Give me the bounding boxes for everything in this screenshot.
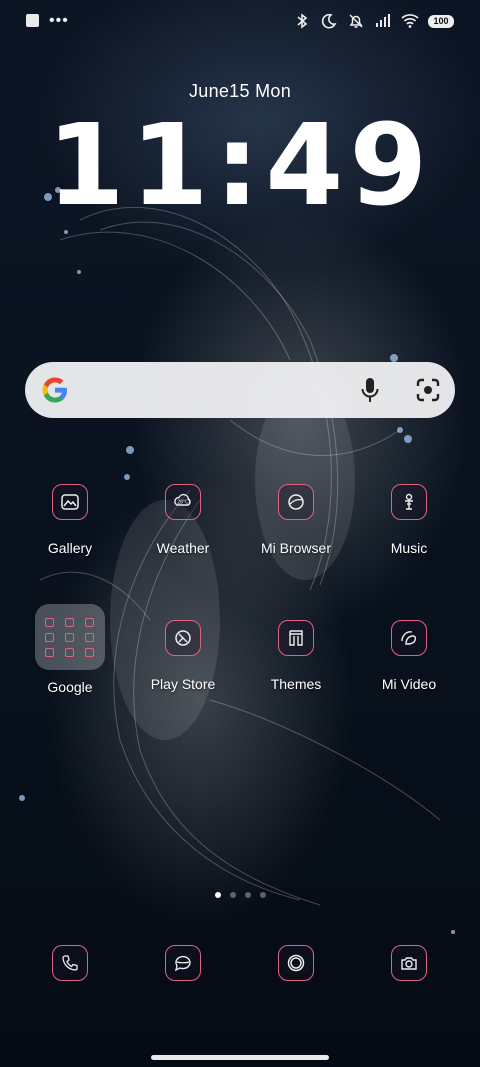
page-dot[interactable]: [214, 892, 221, 898]
weather-icon[interactable]: 28°C: [165, 484, 201, 520]
notification-square-icon: [26, 14, 39, 27]
play-store-icon[interactable]: [165, 620, 201, 656]
home-indicator[interactable]: [151, 1055, 329, 1060]
page-indicator[interactable]: [0, 892, 480, 898]
app-play-store[interactable]: Play Store: [128, 620, 238, 692]
page-dot[interactable]: [259, 892, 266, 898]
status-bar: ••• 100: [0, 0, 480, 44]
more-dots-icon: •••: [49, 11, 69, 29]
music-icon[interactable]: [391, 484, 427, 520]
dock-messages[interactable]: [165, 945, 201, 981]
camera-icon[interactable]: [391, 945, 427, 981]
google-logo-icon[interactable]: [38, 373, 72, 407]
dock-camera[interactable]: [391, 945, 427, 981]
mic-icon[interactable]: [359, 376, 381, 404]
app-themes[interactable]: Themes: [241, 620, 351, 692]
page-dot[interactable]: [229, 892, 236, 898]
gallery-icon[interactable]: [52, 484, 88, 520]
bell-off-icon: [349, 14, 363, 28]
video-icon[interactable]: [391, 620, 427, 656]
battery-indicator: 100: [428, 14, 454, 28]
page-dot[interactable]: [244, 892, 251, 898]
wifi-icon: [401, 14, 419, 28]
signal-icon: [376, 14, 390, 27]
lens-icon[interactable]: [415, 377, 441, 403]
dock-chrome[interactable]: [278, 945, 314, 981]
app-weather[interactable]: 28°C Weather: [128, 484, 238, 556]
app-gallery[interactable]: Gallery: [15, 484, 125, 556]
bluetooth-icon: [297, 13, 308, 29]
app-mi-video[interactable]: Mi Video: [354, 620, 464, 692]
folder-google[interactable]: Google: [15, 604, 125, 695]
app-mi-browser[interactable]: Mi Browser: [241, 484, 351, 556]
clock[interactable]: 11:49: [0, 106, 480, 226]
dock-phone[interactable]: [52, 945, 88, 981]
phone-icon[interactable]: [52, 945, 88, 981]
app-music[interactable]: Music: [354, 484, 464, 556]
messages-icon[interactable]: [165, 945, 201, 981]
chrome-icon[interactable]: [278, 945, 314, 981]
weather-temp: 28°C: [177, 500, 189, 506]
themes-icon[interactable]: [278, 620, 314, 656]
browser-icon[interactable]: [278, 484, 314, 520]
google-search-bar[interactable]: [25, 362, 455, 418]
date-label: June15 Mon: [188, 81, 292, 101]
folder-icon[interactable]: [35, 604, 105, 670]
moon-icon: [321, 13, 337, 29]
